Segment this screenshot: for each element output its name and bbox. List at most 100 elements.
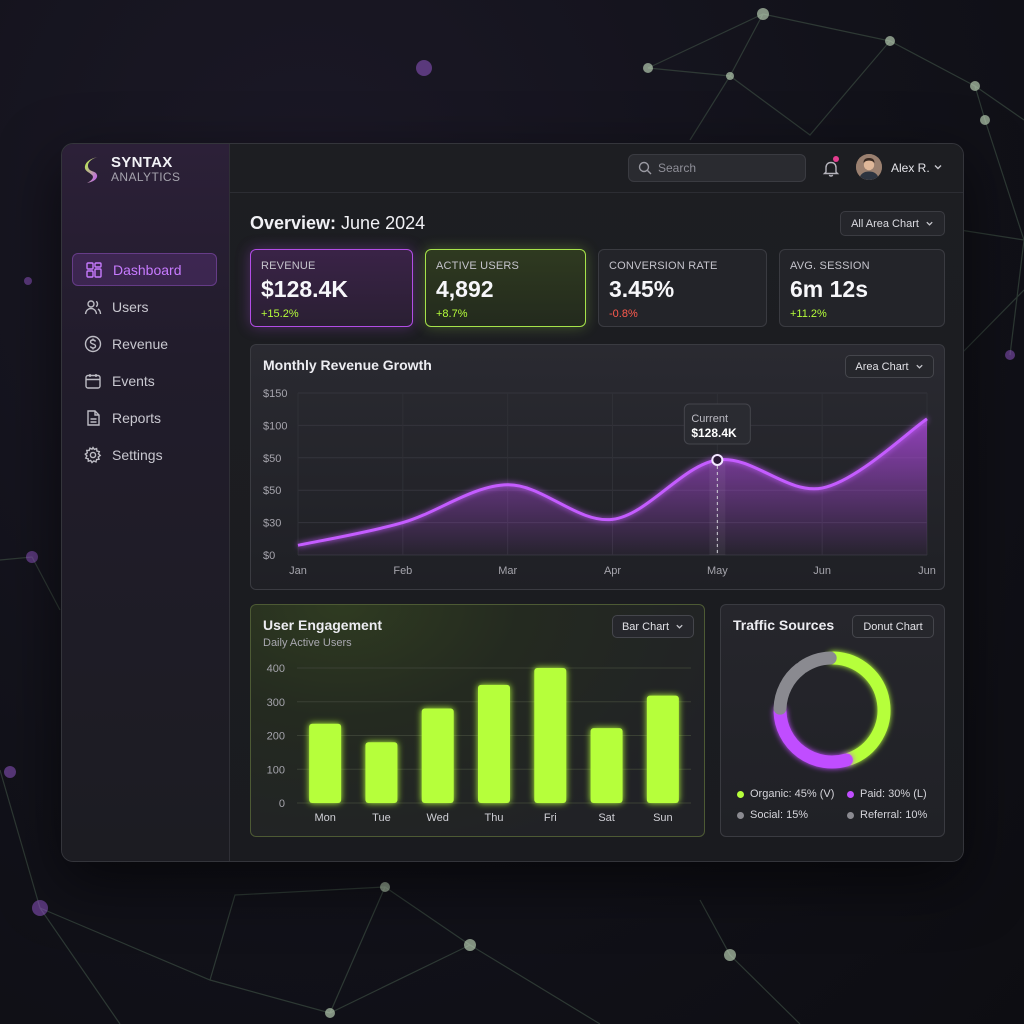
legend-label: Paid: 30% (L) <box>860 788 927 800</box>
legend-label: Organic: 45% (V) <box>750 788 835 800</box>
bar <box>365 742 398 803</box>
kpi-card-avg-session[interactable]: AVG. SESSION 6m 12s +11.2% <box>779 249 945 327</box>
avatar-portrait-icon <box>856 154 882 180</box>
x-tick-label: Jan <box>289 565 307 577</box>
bar <box>421 708 454 803</box>
search-input[interactable] <box>658 161 788 175</box>
x-tick-label: Tue <box>372 812 391 824</box>
main-content: Alex R. Overview: June 2024 All Area Cha… <box>230 144 963 861</box>
y-tick-label: 300 <box>267 697 285 709</box>
search-box[interactable] <box>628 154 806 182</box>
kpi-value: 4,892 <box>436 276 494 302</box>
engagement-chart-panel: User Engagement Daily Active Users Bar C… <box>250 604 705 837</box>
sidebar-item-events[interactable]: Events <box>72 364 217 397</box>
revenue-area-chart[interactable]: $150 $100 $50 $50 $30 $0 Jan Feb Mar Apr May Jun Jun… <box>251 345 944 589</box>
chevron-down-icon[interactable] <box>933 162 943 172</box>
brand-subtitle: ANALYTICS <box>111 170 181 184</box>
x-tick-label: Thu <box>485 812 504 824</box>
traffic-sources-panel: Traffic Sources Donut Chart Organic: 45%… <box>720 604 945 837</box>
revenue-chart-panel: Monthly Revenue Growth Area Chart $150 $1… <box>250 344 945 590</box>
x-tick-label: Fri <box>544 812 557 824</box>
kpi-value: $128.4K <box>261 276 348 302</box>
notification-badge <box>833 156 839 162</box>
sidebar-item-dashboard[interactable]: Dashboard <box>72 253 217 286</box>
y-tick-label: $0 <box>263 550 275 562</box>
traffic-donut-chart[interactable] <box>721 605 944 836</box>
kpi-delta: +15.2% <box>261 308 299 320</box>
sidebar-item-label: Reports <box>112 409 162 426</box>
calendar-icon <box>85 373 101 389</box>
gear-icon <box>84 445 102 464</box>
legend-item: Referral: 10% <box>847 809 927 821</box>
legend-dot <box>737 811 744 819</box>
y-tick-label: $50 <box>263 485 281 497</box>
bar <box>590 728 623 803</box>
donut-slice <box>773 662 807 715</box>
sidebar-nav: Dashboard Users Revenue Events Reports S… <box>72 253 217 475</box>
kpi-label: AVG. SESSION <box>790 260 870 272</box>
x-tick-label: Apr <box>604 565 621 577</box>
kpi-label: REVENUE <box>261 260 316 272</box>
page-title: Overview: June 2024 <box>250 213 425 234</box>
x-tick-label: Wed <box>427 812 449 824</box>
bar <box>309 723 342 803</box>
tooltip-label: Current <box>691 413 728 425</box>
y-tick-label: $30 <box>263 518 281 530</box>
kpi-value: 6m 12s <box>790 276 869 302</box>
legend-label: Referral: 10% <box>860 809 928 821</box>
chart-filter-dropdown[interactable]: All Area Chart <box>840 211 945 236</box>
donut-slice <box>827 651 891 766</box>
y-tick-label: $100 <box>263 420 287 432</box>
sidebar: SYNTAX ANALYTICS Dashboard Users Revenue… <box>62 144 230 861</box>
y-tick-label: 100 <box>267 764 285 776</box>
x-tick-label: Jun <box>813 565 831 577</box>
sidebar-item-users[interactable]: Users <box>72 290 217 323</box>
sidebar-item-label: Users <box>112 298 149 315</box>
kpi-value: 3.45% <box>609 276 675 302</box>
bar <box>478 684 510 803</box>
sidebar-item-reports[interactable]: Reports <box>72 401 217 434</box>
legend-dot <box>847 790 854 798</box>
tooltip-value: $128.4K <box>691 426 737 440</box>
filter-label: All Area Chart <box>851 217 919 230</box>
kpi-delta: +11.2% <box>790 308 827 320</box>
x-tick-label: Sun <box>653 812 673 824</box>
engagement-bar-chart[interactable]: 400 300 200 100 0 Mon Tue Wed Thu Fri Sat Sun <box>251 605 704 836</box>
brand[interactable]: SYNTAX ANALYTICS <box>84 154 181 184</box>
brand-logo-icon <box>84 157 98 183</box>
page-title-period: June 2024 <box>336 213 426 233</box>
kpi-card-revenue[interactable]: REVENUE $128.4K +15.2% <box>250 249 413 327</box>
current-point <box>711 453 724 466</box>
sidebar-item-label: Events <box>112 372 155 389</box>
legend-item: Paid: 30% (L) <box>847 788 927 800</box>
legend-item: Social: 15% <box>737 809 808 821</box>
y-tick-label: 200 <box>267 731 285 743</box>
y-tick-label: 400 <box>267 663 285 675</box>
sidebar-item-revenue[interactable]: Revenue <box>72 327 217 360</box>
sidebar-item-settings[interactable]: Settings <box>72 438 217 471</box>
sidebar-item-label: Settings <box>112 446 163 463</box>
search-icon <box>638 161 652 175</box>
avatar[interactable] <box>856 154 882 180</box>
x-tick-label: Feb <box>393 565 412 577</box>
user-name[interactable]: Alex R. <box>891 161 930 175</box>
brand-name: SYNTAX <box>111 154 173 171</box>
page-title-bold: Overview: <box>250 213 337 233</box>
kpi-card-conversion-rate[interactable]: CONVERSION RATE 3.45% -0.8% <box>598 249 767 327</box>
legend-label: Social: 15% <box>750 809 809 821</box>
document-icon <box>87 409 100 426</box>
kpi-card-active-users[interactable]: ACTIVE USERS 4,892 +8.7% <box>425 249 586 327</box>
x-tick-label: May <box>707 565 728 577</box>
y-tick-label: 0 <box>279 798 285 810</box>
kpi-delta: -0.8% <box>609 308 638 320</box>
x-tick-label: Jun <box>918 565 936 577</box>
kpi-label: ACTIVE USERS <box>436 260 520 272</box>
x-tick-label: Mon <box>314 812 335 824</box>
kpi-delta: +8.7% <box>436 308 468 320</box>
app-window: SYNTAX ANALYTICS Dashboard Users Revenue… <box>61 143 964 862</box>
kpi-label: CONVERSION RATE <box>609 260 718 272</box>
dollar-circle-icon <box>84 335 102 352</box>
dashboard-grid-icon <box>86 261 102 278</box>
legend-item: Organic: 45% (V) <box>737 788 834 800</box>
donut-slice <box>773 705 853 769</box>
